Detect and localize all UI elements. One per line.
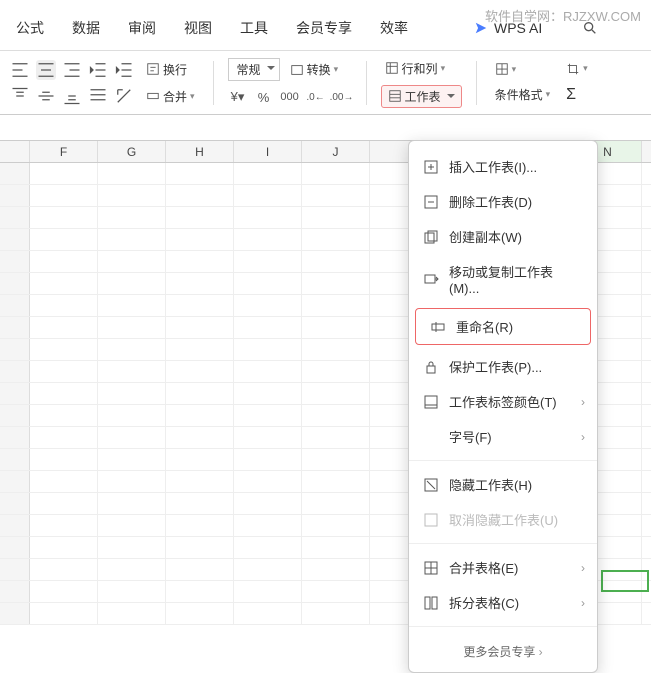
dec-dec-icon[interactable]: .00→	[332, 87, 352, 107]
menu-insert-sheet[interactable]: 插入工作表(I)...	[409, 149, 597, 184]
menu-rename-sheet[interactable]: 重命名(R)	[415, 308, 591, 345]
indent-inc-icon[interactable]	[114, 60, 134, 80]
justify-icon[interactable]	[88, 86, 108, 106]
percent-icon[interactable]: %	[254, 87, 274, 107]
menu-view[interactable]: 视图	[184, 18, 212, 38]
unhide-icon	[423, 512, 439, 528]
chevron-right-icon: ›	[581, 395, 585, 409]
dec-inc-icon[interactable]: .0←	[306, 87, 326, 107]
menu-merge-table[interactable]: 合并表格(E)›	[409, 550, 597, 585]
menu-split-table[interactable]: 拆分表格(C)›	[409, 585, 597, 620]
menu-tab-color[interactable]: 工作表标签颜色(T)›	[409, 384, 597, 419]
menu-formula[interactable]: 公式	[16, 18, 44, 38]
currency-icon[interactable]: ¥▾	[228, 87, 248, 107]
insert-sheet-icon	[423, 159, 439, 175]
rename-icon	[430, 319, 446, 335]
split-table-icon	[423, 595, 439, 611]
col-header[interactable]: G	[98, 141, 166, 162]
menu-separator	[409, 543, 597, 544]
condfmt-button[interactable]: 条件格式▾	[491, 84, 555, 105]
col-header[interactable]: F	[30, 141, 98, 162]
protect-icon	[423, 359, 439, 375]
align-right-icon[interactable]	[62, 60, 82, 80]
col-header[interactable]: H	[166, 141, 234, 162]
valign-mid-icon[interactable]	[36, 86, 56, 106]
move-sheet-icon	[423, 271, 439, 287]
delete-sheet-icon	[423, 194, 439, 210]
menu-member[interactable]: 会员专享	[296, 18, 352, 38]
toolbar: 换行 合并▾ 常规 转换▾ ¥▾ % 000 .0← .00→ 行和列▾ 工作表…	[0, 51, 651, 115]
chevron-right-icon: ›	[581, 430, 585, 444]
rowcol-button[interactable]: 行和列▾	[381, 58, 462, 79]
thousands-icon[interactable]: 000	[280, 87, 300, 107]
wrap-text-button[interactable]: 换行	[142, 59, 199, 80]
formula-bar[interactable]	[0, 115, 651, 141]
freeze-button[interactable]: ▾	[491, 60, 555, 78]
col-header[interactable]: J	[302, 141, 370, 162]
crop-button[interactable]: ▾	[562, 60, 592, 78]
align-left-icon[interactable]	[10, 60, 30, 80]
indent-dec-icon[interactable]	[88, 60, 108, 80]
divider	[476, 61, 477, 105]
sum-button[interactable]: Σ	[562, 84, 592, 106]
menu-delete-sheet[interactable]: 删除工作表(D)	[409, 184, 597, 219]
merge-table-icon	[423, 560, 439, 576]
worksheet-context-menu: 插入工作表(I)... 删除工作表(D) 创建副本(W) 移动或复制工作表(M)…	[408, 140, 598, 673]
menu-data[interactable]: 数据	[72, 18, 100, 38]
chevron-right-icon: ›	[581, 596, 585, 610]
menu-tools[interactable]: 工具	[240, 18, 268, 38]
tabcolor-icon	[423, 394, 439, 410]
number-format-select[interactable]: 常规	[228, 58, 280, 81]
convert-button[interactable]: 转换▾	[286, 59, 343, 80]
menu-unhide-sheet: 取消隐藏工作表(U)	[409, 502, 597, 537]
chevron-right-icon: ›	[581, 561, 585, 575]
divider	[213, 61, 214, 105]
menu-efficiency[interactable]: 效率	[380, 18, 408, 38]
divider	[366, 61, 367, 105]
col-header[interactable]: I	[234, 141, 302, 162]
menu-more-member[interactable]: 更多会员专享 ›	[409, 633, 597, 664]
merge-button[interactable]: 合并▾	[142, 86, 199, 107]
orient-icon[interactable]	[114, 86, 134, 106]
menu-hide-sheet[interactable]: 隐藏工作表(H)	[409, 467, 597, 502]
valign-top-icon[interactable]	[10, 86, 30, 106]
menu-move-sheet[interactable]: 移动或复制工作表(M)...	[409, 254, 597, 304]
menu-review[interactable]: 审阅	[128, 18, 156, 38]
watermark-text: 软件自学网：RJZXW.COM	[485, 6, 641, 25]
valign-bot-icon[interactable]	[62, 86, 82, 106]
menu-protect-sheet[interactable]: 保护工作表(P)...	[409, 349, 597, 384]
menu-separator	[409, 460, 597, 461]
menu-copy-sheet[interactable]: 创建副本(W)	[409, 219, 597, 254]
copy-sheet-icon	[423, 229, 439, 245]
align-center-icon[interactable]	[36, 60, 56, 80]
hide-icon	[423, 477, 439, 493]
menu-font-size[interactable]: 字号(F)›	[409, 419, 597, 454]
menu-separator	[409, 626, 597, 627]
worksheet-button[interactable]: 工作表	[381, 85, 462, 108]
